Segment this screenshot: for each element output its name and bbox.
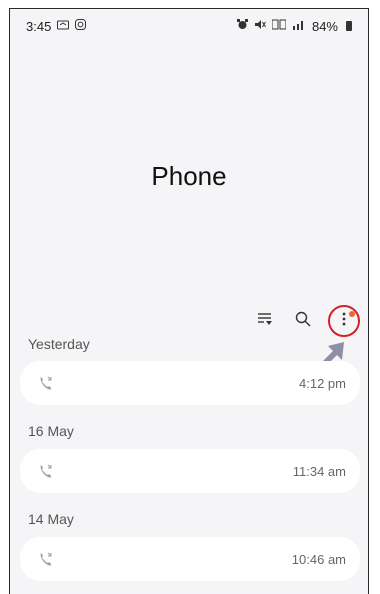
toolbar	[252, 305, 360, 337]
call-time: 11:34 am	[292, 463, 346, 479]
page-title: Phone	[151, 161, 227, 191]
more-options-icon	[342, 312, 346, 331]
missed-call-icon	[38, 375, 54, 391]
call-time: 10:46 am	[291, 551, 346, 567]
date-header-yesterday: Yesterday	[28, 336, 90, 352]
status-time: 3:45	[26, 18, 52, 34]
alarm-icon	[236, 19, 248, 33]
phone-screen: 3:45 84% Phone Yesterday 4:12 pm 16 May …	[9, 8, 369, 594]
missed-call-icon	[38, 551, 54, 567]
search-button[interactable]	[290, 308, 316, 334]
notification-icon	[57, 20, 70, 33]
status-right: 84%	[236, 18, 352, 34]
filter-button[interactable]	[252, 308, 278, 334]
date-header-14-may: 14 May	[28, 511, 74, 527]
call-log-row[interactable]: 4:12 pm	[20, 361, 360, 405]
date-header-16-may: 16 May	[28, 423, 74, 439]
signal-icon	[292, 19, 306, 33]
status-left: 3:45	[26, 18, 87, 34]
missed-call-icon	[38, 463, 54, 479]
status-bar: 3:45 84%	[10, 9, 368, 43]
more-options-button[interactable]	[328, 305, 360, 337]
mute-icon	[254, 19, 266, 33]
volte-icon	[271, 19, 287, 33]
notification-badge-dot	[349, 311, 355, 317]
filter-icon	[257, 312, 273, 331]
call-time: 4:12 pm	[299, 375, 346, 391]
battery-percentage: 84%	[311, 18, 338, 34]
call-log-row[interactable]: 11:34 am	[20, 449, 360, 493]
call-log-row[interactable]: 10:46 am	[20, 537, 360, 581]
search-icon	[295, 311, 311, 332]
battery-icon	[346, 21, 352, 31]
instagram-icon	[75, 19, 87, 33]
